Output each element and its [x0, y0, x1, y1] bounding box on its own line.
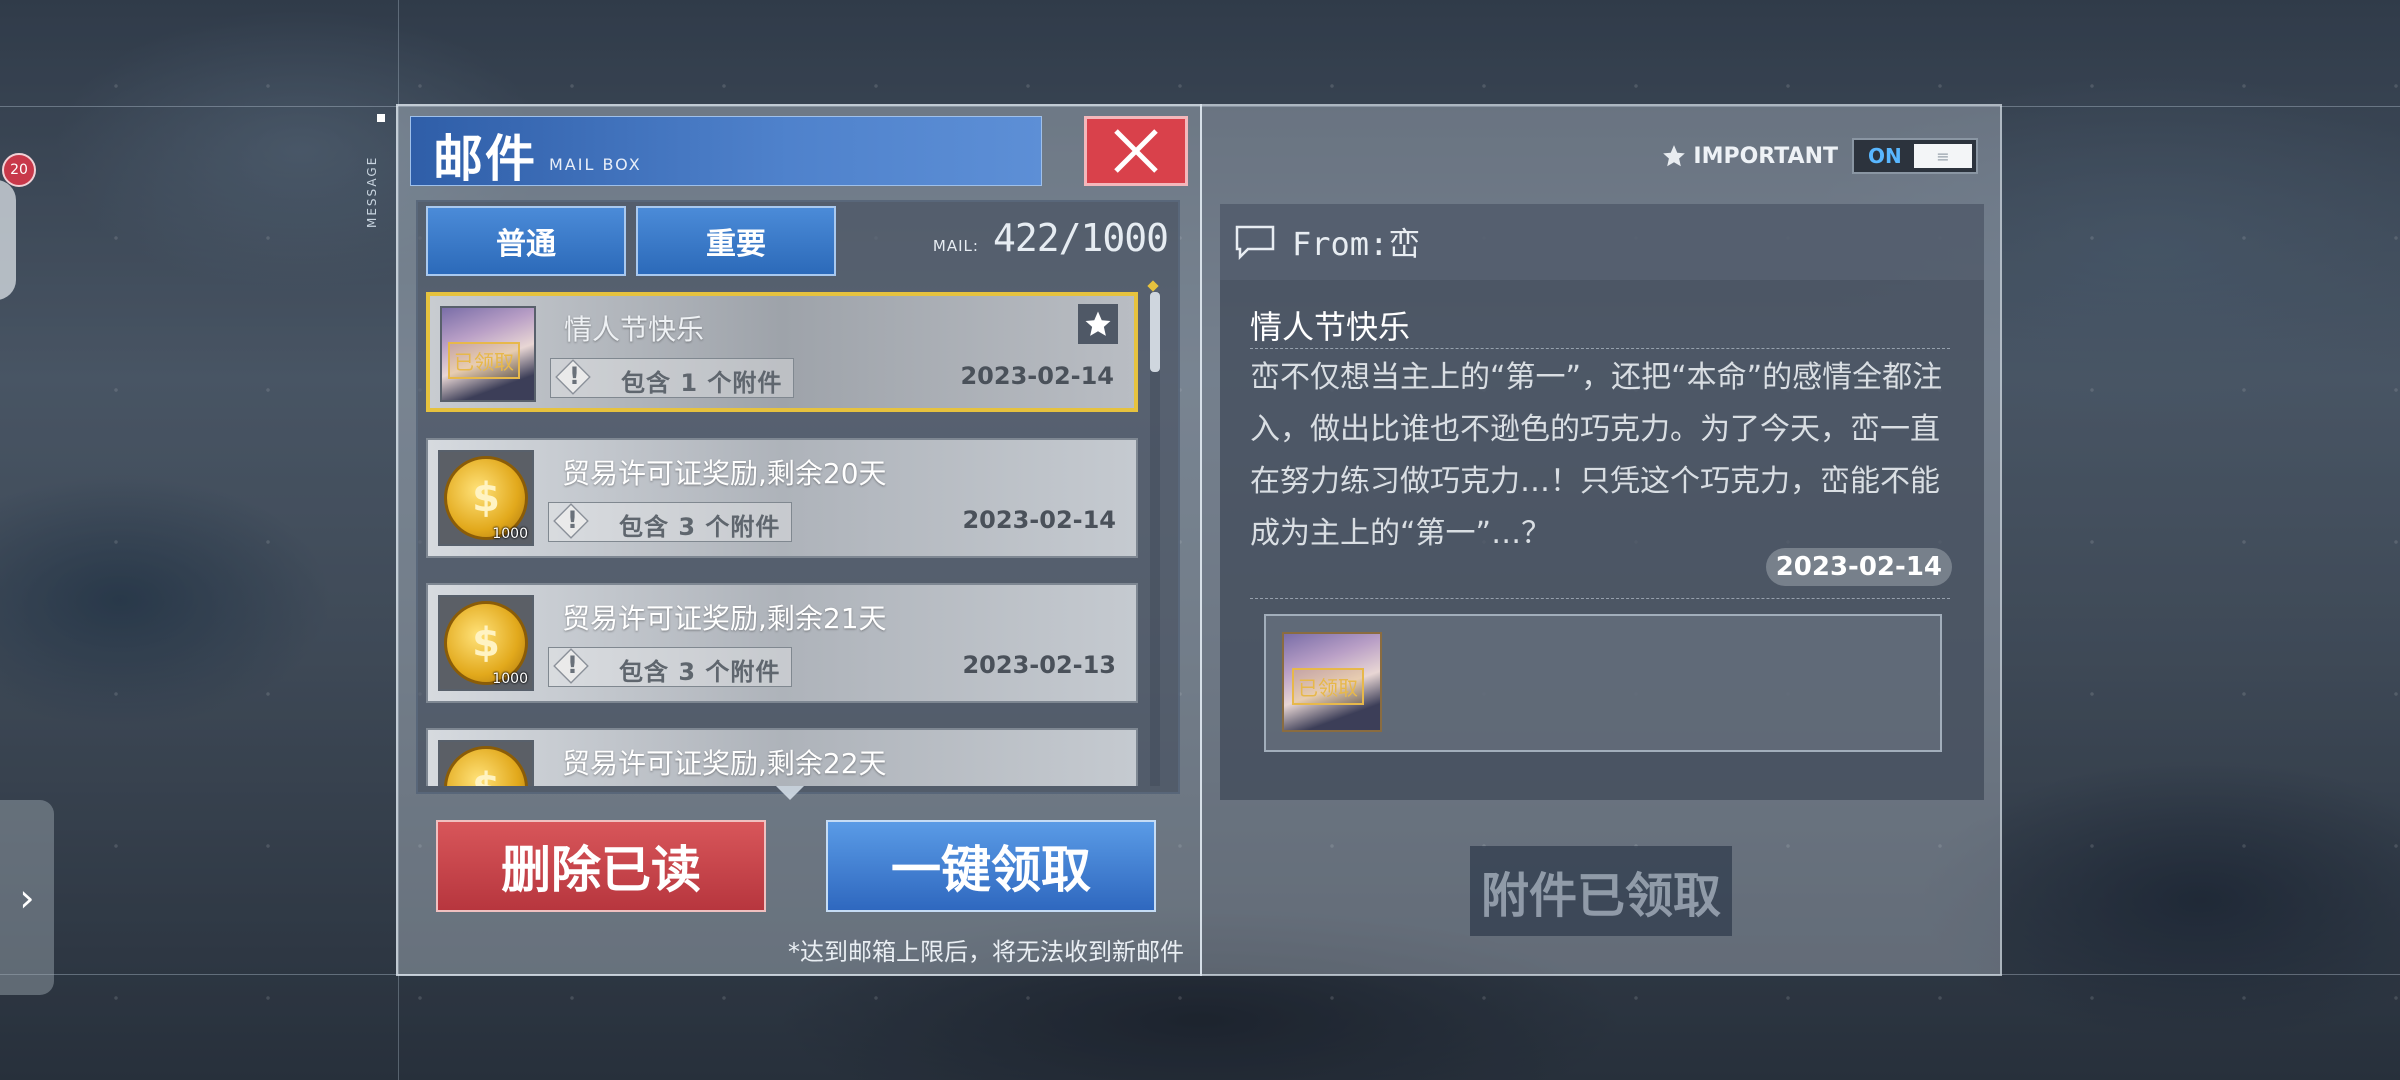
important-filter: IMPORTANT ON ≡ [1661, 138, 1978, 174]
mail-title: 情人节快乐 [564, 313, 705, 346]
side-label: MESSAGE [365, 155, 379, 228]
star-button[interactable] [1078, 304, 1118, 344]
toggle-state: ON [1868, 144, 1902, 168]
attachment-count: 包含 3 个附件 [619, 658, 781, 686]
mail-date: 2023-02-14 [960, 362, 1114, 390]
delete-read-button[interactable]: 删除已读 [436, 820, 766, 912]
chevron-right-icon: › [19, 875, 35, 920]
mail-item[interactable]: $ 1000 贸易许可证奖励,剩余20天 ! 包含 3 个附件 2023-02-… [426, 438, 1138, 558]
character-portrait: 已领取 [440, 306, 536, 402]
mailbox-limit-note: *达到邮箱上限后，将无法收到新邮件 [788, 938, 1184, 966]
detail-body: 峦不仅想当主上的“第一”，还把“本命”的感情全都注入，做出比谁也不逊色的巧克力。… [1250, 360, 1943, 551]
mail-title: 贸易许可证奖励,剩余21天 [562, 602, 887, 635]
mail-detail-panel: IMPORTANT ON ≡ From:峦 情人节快乐 峦不仅想当主上的“第一”… [1200, 104, 2002, 976]
notification-badge: 20 [2, 153, 36, 187]
scroll-marker [1147, 280, 1159, 292]
coin-icon: $ [444, 746, 528, 786]
mailbox-panel: 邮件 MAIL BOX 普通 重要 MAIL: 422/1000 已领取 情人节… [396, 104, 1202, 976]
important-text: IMPORTANT [1693, 143, 1838, 169]
important-toggle[interactable]: ON ≡ [1852, 138, 1978, 174]
divider [1250, 348, 1950, 349]
mail-title: 贸易许可证奖励,剩余20天 [562, 457, 887, 490]
mail-item[interactable]: $ 贸易许可证奖励,剩余22天 [426, 728, 1138, 786]
close-icon [1114, 129, 1158, 173]
star-icon [1085, 311, 1111, 336]
mailbox-title: 邮件 [433, 130, 537, 188]
attachment-info: ! 包含 1 个附件 [550, 358, 794, 398]
exclamation-icon: ! [567, 651, 578, 679]
mailbox-header: 邮件 MAIL BOX [410, 116, 1042, 188]
left-edge-tab[interactable] [0, 180, 16, 300]
detail-date: 2023-02-14 [1765, 548, 1952, 586]
scrollbar[interactable] [1150, 292, 1160, 786]
attachment-panel: 已领取 [1264, 614, 1942, 752]
gold-coin-thumbnail: $ [438, 740, 534, 786]
sender: From:峦 [1292, 225, 1421, 263]
mail-title: 贸易许可证奖励,剩余22天 [562, 747, 887, 780]
scrollbar-thumb[interactable] [1150, 292, 1160, 372]
tab-normal[interactable]: 普通 [426, 206, 626, 276]
gold-coin-thumbnail: $ 1000 [438, 595, 534, 691]
mail-item[interactable]: $ 1000 贸易许可证奖励,剩余21天 ! 包含 3 个附件 2023-02-… [426, 583, 1138, 703]
sender-bar: From:峦 [1220, 204, 1984, 280]
mailbox-subtitle: MAIL BOX [549, 155, 642, 174]
claimed-stamp: 已领取 [448, 342, 520, 379]
item-quantity: 1000 [492, 671, 528, 687]
divider [1250, 598, 1950, 599]
exclamation-icon: ! [567, 506, 578, 534]
star-icon [1663, 145, 1686, 167]
mail-count-value: 422/1000 [992, 216, 1169, 260]
detail-title: 情人节快乐 [1250, 308, 1411, 346]
important-label: IMPORTANT [1661, 143, 1838, 169]
attachment-info: ! 包含 3 个附件 [548, 502, 792, 542]
speech-bubble-icon [1235, 225, 1275, 260]
mail-count: MAIL: 422/1000 [932, 216, 1169, 260]
mail-item[interactable]: 已领取 情人节快乐 ! 包含 1 个附件 2023-02-14 [426, 292, 1138, 412]
gold-coin-thumbnail: $ 1000 [438, 450, 534, 546]
mail-date: 2023-02-13 [962, 651, 1116, 679]
attachment-count: 包含 3 个附件 [619, 513, 781, 541]
mail-detail-card: From:峦 情人节快乐 峦不仅想当主上的“第一”，还把“本命”的感情全都注入，… [1220, 204, 1984, 800]
toggle-knob: ≡ [1914, 144, 1972, 168]
claimed-stamp: 已领取 [1292, 668, 1364, 705]
attachments-claimed-button: 附件已领取 [1470, 846, 1732, 936]
mail-list-frame: 普通 重要 MAIL: 422/1000 已领取 情人节快乐 ! 包含 1 个附… [416, 200, 1180, 794]
mail-list[interactable]: 已领取 情人节快乐 ! 包含 1 个附件 2023-02-14 $ 1000 贸… [426, 292, 1138, 786]
attachment-item[interactable]: 已领取 [1282, 632, 1382, 732]
side-expand-button[interactable]: › [0, 800, 54, 995]
item-quantity: 1000 [492, 526, 528, 542]
mail-count-label: MAIL: [932, 237, 979, 255]
tab-important[interactable]: 重要 [636, 206, 836, 276]
scroll-down-icon [776, 786, 804, 800]
attachment-count: 包含 1 个附件 [621, 369, 783, 397]
attachment-info: ! 包含 3 个附件 [548, 647, 792, 687]
claim-all-button[interactable]: 一键领取 [826, 820, 1156, 912]
mail-date: 2023-02-14 [962, 506, 1116, 534]
exclamation-icon: ! [569, 362, 580, 390]
close-button[interactable] [1084, 116, 1188, 186]
